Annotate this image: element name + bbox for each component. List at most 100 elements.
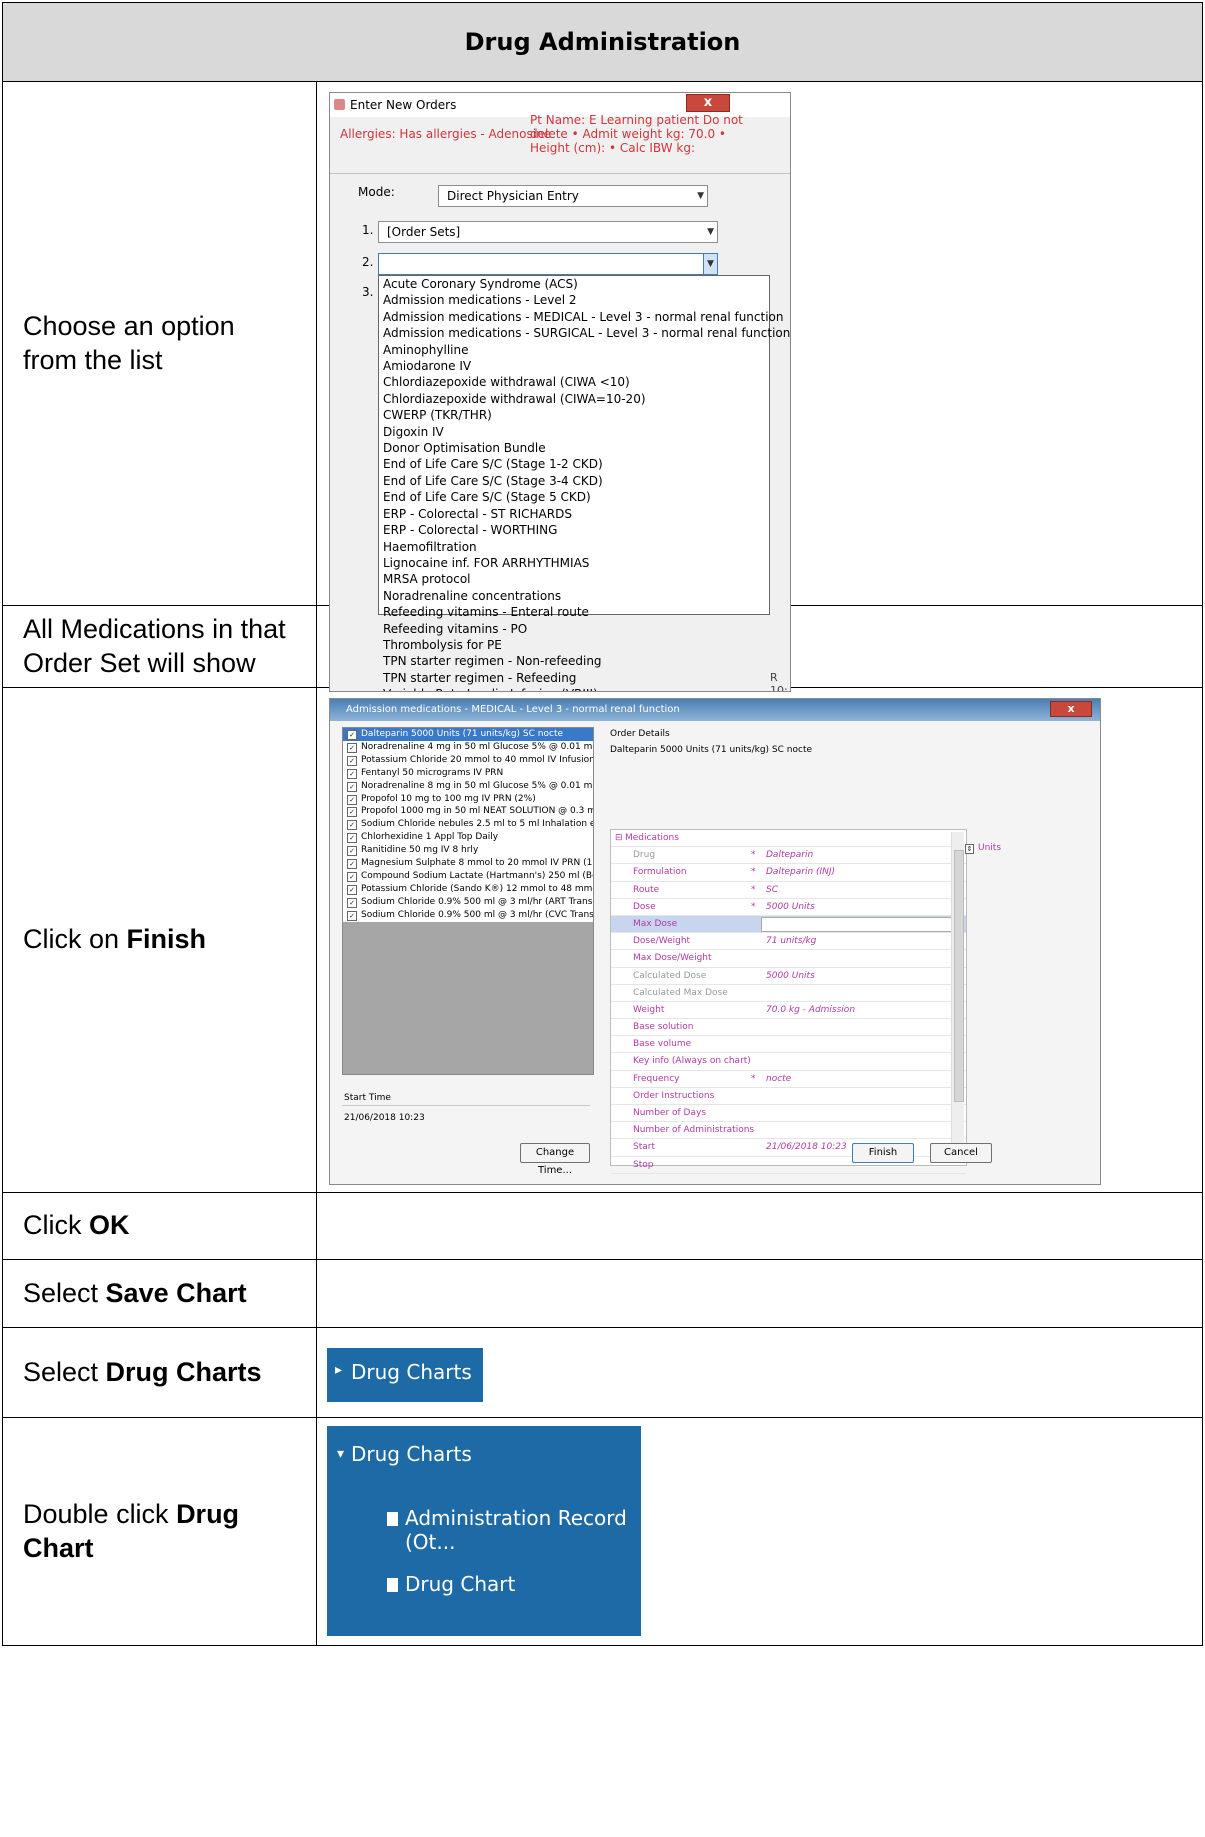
order-set-option[interactable]: Donor Optimisation Bundle xyxy=(383,440,769,456)
finish-button[interactable]: Finish xyxy=(852,1143,914,1163)
field-name: Number of Administrations xyxy=(633,1125,755,1136)
scrollbar[interactable] xyxy=(951,832,964,1160)
order-set-option[interactable]: Admission medications - SURGICAL - Level… xyxy=(383,325,790,341)
order-field-row[interactable]: Dose * 5000 Units xyxy=(611,899,966,916)
order-set-option[interactable]: TPN starter regimen - Refeeding xyxy=(383,670,769,686)
order-set-option[interactable]: Aminophylline xyxy=(383,342,769,358)
order-set-option[interactable]: Haemofiltration xyxy=(383,539,769,555)
medication-list-item[interactable]: ✓ Magnesium Sulphate 8 mmol to 20 mmol IV… xyxy=(343,857,593,870)
field-name: Route xyxy=(633,884,660,895)
order-set-option[interactable]: ERP - Colorectal - ST RICHARDS xyxy=(383,506,769,522)
medication-list-item[interactable]: ✓ Propofol 10 mg to 100 mg IV PRN (2%) xyxy=(343,793,593,806)
order-field-row[interactable]: Calculated Max Dose xyxy=(611,985,966,1002)
order-set-option[interactable]: Amiodarone IV xyxy=(383,358,769,374)
medication-list-item[interactable]: ✓ Noradrenaline 8 mg in 50 ml Glucose 5% … xyxy=(343,780,593,793)
medication-label: Noradrenaline 8 mg in 50 ml Glucose 5% @… xyxy=(361,780,593,791)
mode-select[interactable]: Direct Physician Entry ▼ xyxy=(438,185,708,207)
medication-list-item[interactable]: ✓ Compound Sodium Lactate (Hartmann's) 25… xyxy=(343,870,593,883)
medication-list-item[interactable]: ✓ Chlorhexidine 1 Appl Top Daily xyxy=(343,831,593,844)
order-set-option[interactable]: End of Life Care S/C (Stage 1-2 CKD) xyxy=(383,456,769,472)
collapse-icon[interactable]: ⊟ xyxy=(615,830,623,846)
order-set-option[interactable]: ERP - Colorectal - WORTHING xyxy=(383,522,769,538)
chevron-down-icon[interactable]: ▼ xyxy=(703,254,717,274)
drug-charts-tree: ▾ Drug Charts Administration Record (Ot.… xyxy=(327,1426,641,1636)
order-type-select[interactable]: [Order Sets] ▼ xyxy=(378,221,718,243)
medication-list-item[interactable]: ✓ Noradrenaline 4 mg in 50 ml Glucose 5% … xyxy=(343,741,593,754)
checkbox[interactable]: ✓ xyxy=(347,742,357,753)
order-field-row[interactable]: Base solution xyxy=(611,1019,966,1037)
medication-label: Magnesium Sulphate 8 mmol to 20 mmol IV … xyxy=(361,858,593,869)
max-dose-input[interactable] xyxy=(761,916,961,932)
order-field-row[interactable]: Drug * Dalteparin xyxy=(611,847,966,865)
order-field-row[interactable]: Calculated Dose 5000 Units xyxy=(611,968,966,985)
order-set-option[interactable]: Acute Coronary Syndrome (ACS) xyxy=(383,276,769,292)
spinner-icon[interactable]: ⇕ xyxy=(965,844,974,854)
checkbox[interactable]: ✓ xyxy=(347,755,357,766)
order-set-select[interactable]: ▼ xyxy=(378,253,718,275)
close-button[interactable]: x xyxy=(1050,701,1092,717)
checkbox[interactable]: ✓ xyxy=(347,897,357,908)
order-set-option[interactable]: Admission medications - MEDICAL - Level … xyxy=(383,309,783,325)
medication-list-item[interactable]: ✓ Sodium Chloride 0.9% 500 ml @ 3 ml/hr (… xyxy=(343,896,593,909)
chevron-right-icon: ▸ xyxy=(335,1362,343,1378)
checkbox[interactable]: ✓ xyxy=(347,730,357,740)
order-set-option[interactable]: Thrombolysis for PE xyxy=(383,637,769,653)
order-field-row[interactable]: Base volume xyxy=(611,1036,966,1054)
checkbox[interactable]: ✓ xyxy=(347,833,357,844)
order-field-row[interactable]: Formulation * Dalteparin (INJ) xyxy=(611,864,966,882)
order-set-option[interactable]: Digoxin IV xyxy=(383,424,769,440)
checkbox[interactable]: ✓ xyxy=(347,807,357,818)
medication-label: Potassium Chloride (Sando K®) 12 mmol to… xyxy=(361,883,593,894)
order-field-row[interactable]: Route * SC xyxy=(611,882,966,899)
checkbox[interactable]: ✓ xyxy=(347,820,357,831)
medication-list-item[interactable]: ✓ Ranitidine 50 mg IV 8 hrly xyxy=(343,844,593,857)
drug-charts-nav-item[interactable]: ▸ Drug Charts xyxy=(327,1348,483,1402)
order-set-option[interactable]: End of Life Care S/C (Stage 3-4 CKD) xyxy=(383,473,769,489)
checkbox[interactable]: ✓ xyxy=(347,781,357,792)
checkbox[interactable]: ✓ xyxy=(347,884,357,895)
order-set-option[interactable]: MRSA protocol xyxy=(383,571,769,587)
order-field-row[interactable]: Max Dose/Weight xyxy=(611,950,966,968)
change-time-button[interactable]: Change Time... xyxy=(520,1143,590,1176)
medication-list-item[interactable]: ✓ Potassium Chloride 20 mmol to 40 mmol I… xyxy=(343,754,593,767)
checkbox[interactable]: ✓ xyxy=(347,846,357,857)
medication-list-item[interactable]: ✓ Fentanyl 50 micrograms IV PRN xyxy=(343,767,593,780)
order-details-grid: ⊟ Medications Drug * Dalteparin Formulation *… xyxy=(610,829,967,1174)
checkbox[interactable]: ✓ xyxy=(347,871,357,882)
order-set-option[interactable]: Lignocaine inf. FOR ARRHYTHMIAS xyxy=(383,555,769,571)
order-set-option[interactable]: Refeeding vitamins - Enteral route xyxy=(383,604,769,620)
order-set-option[interactable]: End of Life Care S/C (Stage 5 CKD) xyxy=(383,489,769,505)
checkbox[interactable]: ✓ xyxy=(347,859,357,870)
medication-label: Dalteparin 5000 Units (71 units/kg) SC n… xyxy=(361,729,564,739)
order-set-option[interactable]: TPN starter regimen - Non-refeeding xyxy=(383,653,769,669)
field-name: Dose xyxy=(633,901,656,912)
order-field-row[interactable]: Number of Days xyxy=(611,1105,966,1123)
checkbox[interactable]: ✓ xyxy=(347,910,357,921)
checkbox[interactable]: ✓ xyxy=(347,794,357,805)
order-field-row[interactable]: Number of Administrations xyxy=(611,1122,966,1140)
medication-list-item[interactable]: ✓ Sodium Chloride nebules 2.5 ml to 5 ml … xyxy=(343,818,593,831)
order-field-row[interactable]: Key info (Always on chart) xyxy=(611,1053,966,1071)
order-set-option[interactable]: Refeeding vitamins - PO xyxy=(383,621,769,637)
empty-cell xyxy=(316,1192,1203,1260)
medications-section[interactable]: ⊟ Medications xyxy=(611,830,966,848)
order-field-row[interactable]: Dose/Weight 71 units/kg xyxy=(611,933,966,951)
medication-list-item[interactable]: ✓ Sodium Chloride 0.9% 500 ml @ 3 ml/hr (… xyxy=(343,909,593,922)
checkbox[interactable]: ✓ xyxy=(347,768,357,779)
step-choose-option: Choose an option from the list xyxy=(2,81,317,606)
medication-list-item[interactable]: ✓ Dalteparin 5000 Units (71 units/kg) SC … xyxy=(343,728,593,741)
medication-list-item[interactable]: ✓ Potassium Chloride (Sando K®) 12 mmol t… xyxy=(343,883,593,896)
order-set-option[interactable]: Chlordiazepoxide withdrawal (CIWA <10) xyxy=(383,374,769,390)
order-field-row[interactable]: Frequency * nocte xyxy=(611,1071,966,1088)
enter-new-orders-window: Enter New Orders x Allergies: Has allerg… xyxy=(329,92,791,692)
order-set-option[interactable]: Chlordiazepoxide withdrawal (CIWA=10-20) xyxy=(383,391,769,407)
order-set-option[interactable]: Noradrenaline concentrations xyxy=(383,588,769,604)
order-set-option[interactable]: Admission medications - Level 2 xyxy=(383,292,769,308)
cancel-button[interactable]: Cancel xyxy=(930,1143,992,1163)
order-field-row[interactable]: Max Dose xyxy=(611,915,966,934)
medication-list-item[interactable]: ✓ Propofol 1000 mg in 50 ml NEAT SOLUTION… xyxy=(343,805,593,818)
order-field-row[interactable]: Weight 70.0 kg - Admission xyxy=(611,1002,966,1020)
order-set-option[interactable]: CWERP (TKR/THR) xyxy=(383,407,769,423)
field-value: 21/06/2018 10:23 xyxy=(766,1142,847,1153)
order-field-row[interactable]: Order Instructions xyxy=(611,1088,966,1105)
